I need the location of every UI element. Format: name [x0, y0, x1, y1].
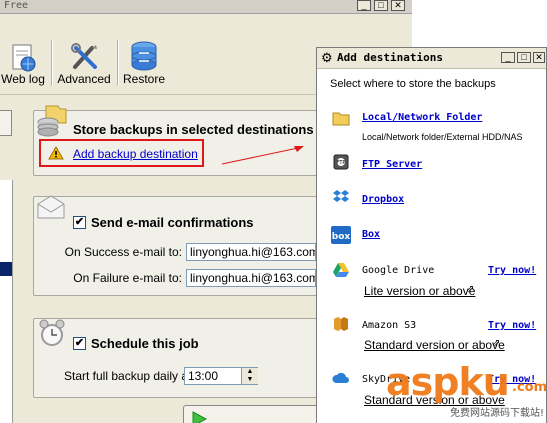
destinations-title: Store backups in selected destinations: [73, 122, 314, 137]
amazon-s3-version-link[interactable]: Standard version or above: [364, 338, 505, 352]
failure-email-input[interactable]: linyonghua.hi@163.com: [186, 269, 316, 287]
start-backup-button[interactable]: [183, 405, 325, 423]
schedule-title: Schedule this job: [91, 336, 199, 351]
email-confirm-checkbox[interactable]: ✔: [73, 216, 86, 229]
svg-text:FTP: FTP: [337, 160, 346, 166]
destinations-icon: [37, 105, 67, 137]
start-time-value: 13:00: [188, 369, 219, 383]
left-panel-button[interactable]: [0, 110, 12, 136]
job-list-selected-row[interactable]: [0, 262, 12, 276]
ftp-server-icon: FTP: [333, 154, 349, 170]
amazon-s3-try-now-link[interactable]: Try now!: [488, 320, 536, 331]
google-drive-try-now-link[interactable]: Try now!: [488, 265, 536, 276]
toolbar-restore-button[interactable]: Restore: [121, 26, 167, 92]
annotation-arrow: [221, 146, 304, 165]
toolbar-restore-label: Restore: [122, 72, 166, 86]
email-icon: [37, 195, 65, 219]
dialog-maximize-button[interactable]: □: [517, 52, 531, 63]
external-link-icon: ⇗: [466, 284, 475, 295]
highlight-box: [39, 139, 204, 167]
toolbar-web-log-button[interactable]: Web log: [0, 26, 46, 92]
dest-box-link[interactable]: Box: [362, 229, 380, 240]
google-drive-version-link[interactable]: Lite version or above: [364, 284, 475, 298]
play-icon: [192, 411, 208, 423]
start-time-label: Start full backup daily at:: [64, 369, 195, 383]
close-button[interactable]: ✕: [391, 0, 405, 11]
app-title: Free: [4, 0, 29, 11]
box-icon: box: [331, 226, 351, 244]
google-drive-icon: [333, 263, 349, 277]
dest-local-network-folder-link[interactable]: Local/Network Folder: [362, 112, 482, 123]
watermark-subtitle: 免费网站源码下载站!: [450, 408, 545, 419]
dialog-title: Add destinations: [337, 51, 443, 64]
alarm-clock-icon: [39, 319, 65, 346]
tools-icon: [71, 43, 97, 69]
toolbar-separator: [117, 40, 119, 86]
dest-ftp-server-link[interactable]: FTP Server: [362, 159, 422, 170]
dest-google-drive-name: Google Drive: [362, 265, 435, 276]
schedule-checkbox[interactable]: ✔: [73, 337, 86, 350]
time-spinner[interactable]: ▲ ▼: [241, 368, 258, 384]
failure-email-label: On Failure e-mail to:: [73, 271, 182, 285]
job-list-panel[interactable]: [0, 180, 13, 423]
watermark: aspku .com 免费网站源码下载站!: [386, 360, 547, 423]
success-email-input[interactable]: linyonghua.hi@163.com: [186, 243, 316, 261]
email-title: Send e-mail confirmations: [91, 215, 254, 230]
web-log-icon: [12, 44, 36, 72]
dest-local-network-desc: Local/Network folder/External HDD/NAS: [362, 132, 523, 142]
maximize-button[interactable]: □: [374, 0, 388, 11]
dialog-close-button[interactable]: ✕: [533, 52, 545, 63]
toolbar-web-log-label: Web log: [1, 72, 45, 86]
restore-database-icon: [131, 41, 157, 71]
skydrive-icon: [332, 372, 349, 383]
amazon-s3-icon: [334, 317, 348, 331]
toolbar-advanced-label: Advanced: [57, 72, 111, 86]
minimize-button[interactable]: _: [357, 0, 371, 11]
dest-amazon-s3-name: Amazon S3: [362, 320, 417, 331]
dest-dropbox-link[interactable]: Dropbox: [362, 194, 404, 205]
toolbar-separator: [51, 40, 53, 86]
success-email-label: On Success e-mail to:: [64, 245, 182, 259]
gear-icon: ⚙: [321, 50, 333, 65]
folder-icon: [332, 112, 350, 126]
app-titlebar: Free _ □ ✕: [0, 0, 412, 14]
svg-text:box: box: [332, 232, 351, 242]
external-link-icon: ⇗: [492, 338, 501, 349]
toolbar-advanced-button[interactable]: Advanced: [56, 26, 112, 92]
watermark-tld: .com: [512, 380, 547, 395]
schedule-panel: [33, 318, 317, 398]
dialog-titlebar: ⚙ Add destinations _ □ ✕: [317, 48, 546, 69]
dropbox-icon: [333, 190, 349, 202]
dialog-prompt: Select where to store the backups: [330, 78, 496, 90]
watermark-main-text: aspku: [386, 360, 510, 404]
dialog-minimize-button[interactable]: _: [501, 52, 515, 63]
